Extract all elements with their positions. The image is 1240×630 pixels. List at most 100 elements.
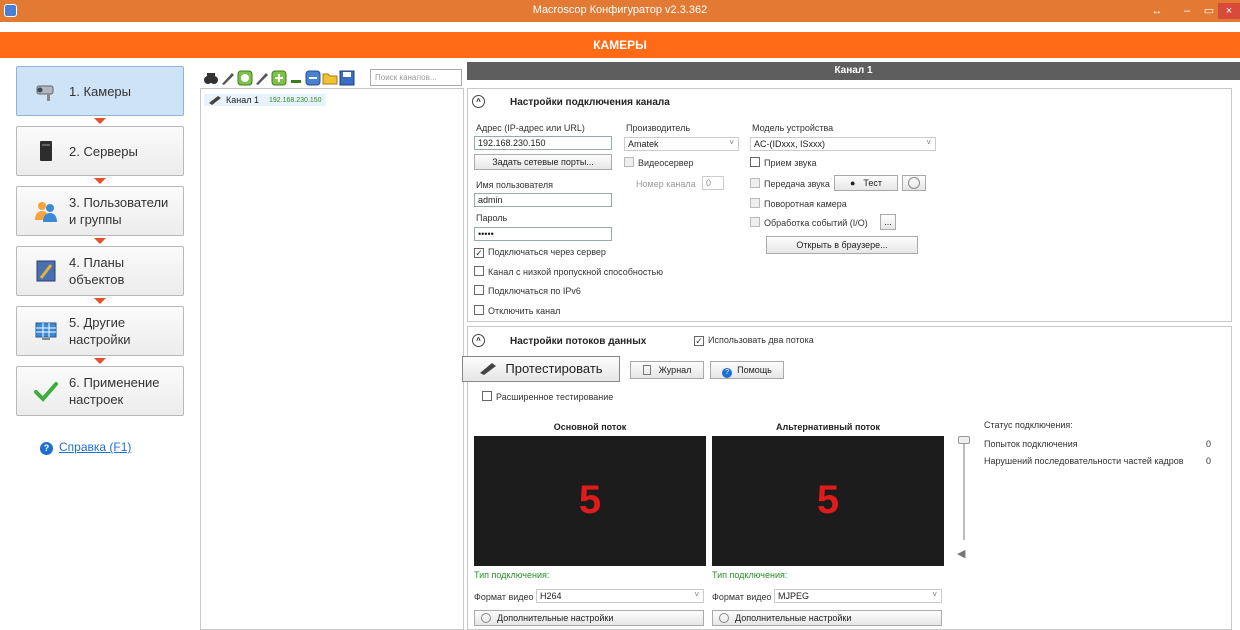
- main-extra-button[interactable]: Дополнительные настройки: [474, 610, 704, 626]
- audio-out-label: Передача звука: [764, 179, 830, 189]
- sidebar-item-label: 6. Применение настроек: [69, 375, 160, 407]
- address-input[interactable]: 192.168.230.150: [474, 136, 612, 150]
- help-link[interactable]: ? Справка (F1): [40, 440, 131, 455]
- low-bandwidth-checkbox[interactable]: Канал с низкой пропускной способностью: [474, 266, 663, 277]
- main-format-value: H264: [540, 591, 562, 601]
- camera-icon: [36, 85, 54, 101]
- sidebar-item-apply[interactable]: 6. Применение настроек: [16, 366, 184, 416]
- status-sequence-value: 0: [1206, 456, 1212, 466]
- manufacturer-select[interactable]: Amatek ˅: [624, 137, 739, 151]
- tree-item-channel[interactable]: Канал 1 192.168.230.150: [204, 94, 326, 106]
- sidebar-item-label: 4. Планы объектов: [69, 255, 125, 287]
- section-header: КАМЕРЫ: [0, 32, 1240, 58]
- audio-in-label: Прием звука: [764, 158, 817, 168]
- via-server-checkbox[interactable]: ✓ Подключаться через сервер: [474, 247, 606, 258]
- open-browser-button[interactable]: Открыть в браузере...: [766, 236, 918, 254]
- alt-extra-label: Дополнительные настройки: [735, 613, 852, 623]
- audio-in-checkbox[interactable]: Прием звука: [750, 157, 817, 168]
- log-label: Журнал: [658, 365, 692, 375]
- log-button[interactable]: Журнал: [630, 361, 704, 379]
- checkbox-icon: [750, 178, 760, 188]
- binoculars-icon[interactable]: [203, 70, 219, 86]
- audio-out-checkbox[interactable]: Передача звука: [750, 178, 830, 189]
- sidebar-item-other-settings[interactable]: 5. Другие настройки: [16, 306, 184, 356]
- volume-slider-track[interactable]: [963, 444, 965, 540]
- camera-small-icon: [209, 96, 221, 105]
- channel-search-input[interactable]: Поиск каналов...: [370, 69, 462, 86]
- alt-stream-title: Альтернативный поток: [776, 422, 880, 432]
- sidebar-item-servers[interactable]: 2. Серверы: [16, 126, 184, 176]
- pen-icon[interactable]: [254, 70, 270, 86]
- microphone-icon: ●: [849, 178, 856, 188]
- step-arrow: [94, 178, 106, 184]
- collapse-icon[interactable]: ^: [472, 95, 485, 108]
- pen-icon[interactable]: [220, 70, 236, 86]
- add-group-icon[interactable]: [237, 70, 253, 86]
- disable-channel-label: Отключить канал: [488, 306, 561, 316]
- model-select[interactable]: AC-(IDxxx, ISxxx) ˅: [750, 137, 936, 151]
- maximize-button[interactable]: ▭: [1198, 3, 1220, 19]
- minimize-button[interactable]: –: [1176, 3, 1198, 19]
- channel-number-input[interactable]: 0: [702, 176, 724, 190]
- main-format-select[interactable]: H264 ˅: [536, 589, 704, 603]
- sidebar-item-label: 1. Камеры: [69, 83, 131, 99]
- advanced-test-checkbox[interactable]: Расширенное тестирование: [482, 391, 613, 402]
- sidebar-item-cameras[interactable]: 1. Камеры: [16, 66, 184, 116]
- two-streams-checkbox[interactable]: ✓ Использовать два потока: [694, 335, 814, 346]
- alt-extra-button[interactable]: Дополнительные настройки: [712, 610, 942, 626]
- step-arrow: [94, 358, 106, 364]
- add-camera-icon[interactable]: [271, 70, 287, 86]
- checkbox-icon: [750, 198, 760, 208]
- audio-test-button[interactable]: ● Тест: [834, 175, 898, 191]
- disable-channel-checkbox[interactable]: Отключить канал: [474, 305, 560, 316]
- manufacturer-value: Amatek: [628, 139, 659, 149]
- password-label: Пароль: [476, 213, 508, 223]
- checkbox-icon: [474, 305, 484, 315]
- volume-slider-handle[interactable]: [958, 436, 970, 444]
- test-stream-button[interactable]: Протестировать: [462, 356, 620, 382]
- sidebar-item-plans[interactable]: 4. Планы объектов: [16, 246, 184, 296]
- tree-item-ip: 192.168.230.150: [268, 96, 322, 104]
- alt-format-select[interactable]: MJPEG ˅: [774, 589, 942, 603]
- username-label: Имя пользователя: [476, 180, 554, 190]
- speaker-icon[interactable]: ◀: [957, 547, 965, 560]
- camera-small-icon[interactable]: [288, 70, 304, 86]
- close-button[interactable]: ×: [1218, 3, 1240, 19]
- channel-tree: [200, 88, 464, 630]
- events-label: Обработка событий (I/O): [764, 218, 868, 228]
- ptz-checkbox[interactable]: Поворотная камера: [750, 198, 847, 209]
- save-icon[interactable]: [339, 70, 355, 86]
- status-title: Статус подключения:: [984, 420, 1073, 430]
- test-stream-label: Протестировать: [505, 361, 603, 376]
- set-ports-button[interactable]: Задать сетевые порты...: [474, 154, 612, 170]
- map-plan-icon: [36, 260, 56, 282]
- window-title: Macroscop Конфигуратор v2.3.362: [532, 4, 708, 16]
- connection-title: Настройки подключения канала: [510, 97, 670, 108]
- ipv6-checkbox[interactable]: Подключаться по IPv6: [474, 285, 581, 296]
- server-icon: [40, 141, 52, 161]
- ipv6-label: Подключаться по IPv6: [488, 286, 581, 296]
- checkbox-icon: [750, 217, 760, 227]
- help-link-label: Справка (F1): [59, 440, 132, 454]
- sidebar-item-users[interactable]: 3. Пользователи и группы: [16, 186, 184, 236]
- videoserver-checkbox[interactable]: Видеосервер: [624, 157, 694, 168]
- password-input[interactable]: •••••: [474, 227, 612, 241]
- events-checkbox[interactable]: Обработка событий (I/O): [750, 217, 868, 228]
- restore-size-icon[interactable]: ↔: [1146, 3, 1168, 19]
- audio-options-button[interactable]: [902, 175, 926, 191]
- status-sequence-label: Нарушений последовательности частей кадр…: [984, 456, 1184, 466]
- ptz-label: Поворотная камера: [764, 199, 847, 209]
- channel-number-label: Номер канала: [636, 179, 696, 189]
- username-input[interactable]: admin: [474, 193, 612, 207]
- folder-open-icon[interactable]: [322, 70, 338, 86]
- help-button[interactable]: ? Помощь: [710, 361, 784, 379]
- chevron-down-icon: ˅: [694, 590, 699, 599]
- audio-test-label: Тест: [863, 178, 883, 188]
- remove-icon[interactable]: [305, 70, 321, 86]
- address-label: Адрес (IP-адрес или URL): [476, 123, 585, 133]
- channel-header: Канал 1: [467, 62, 1240, 80]
- events-more-button[interactable]: ...: [880, 214, 896, 230]
- checkbox-icon: [624, 157, 634, 167]
- alt-format-label: Формат видео: [712, 592, 772, 602]
- collapse-icon[interactable]: ^: [472, 334, 485, 347]
